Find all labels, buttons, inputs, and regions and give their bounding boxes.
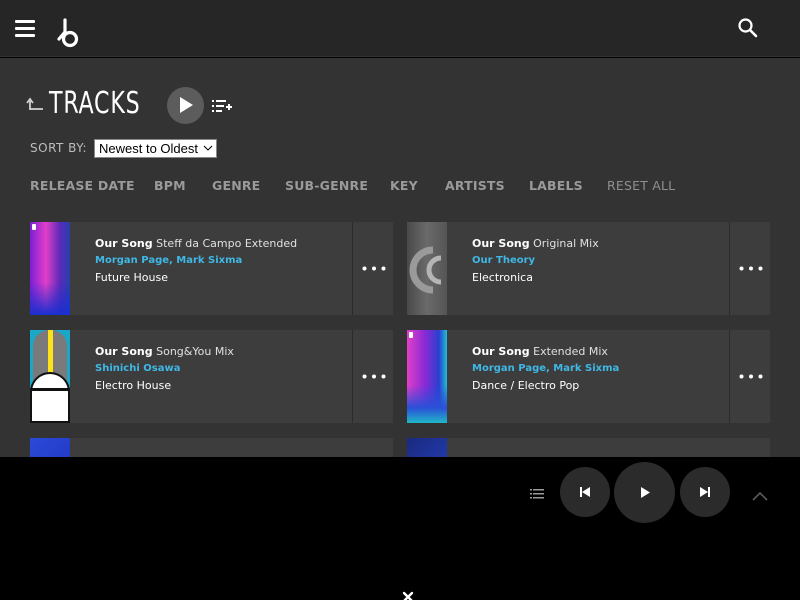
tracks-content: TRACKS SORT BY: Newest to Oldest RELEASE…	[0, 58, 800, 457]
more-options-icon	[739, 374, 763, 379]
close-icon[interactable]	[402, 588, 414, 600]
track-mix: Steff da Campo Extended	[156, 237, 298, 250]
beatport-logo-icon[interactable]	[56, 18, 82, 48]
track-artists[interactable]: Shinichi Osawa	[95, 363, 350, 374]
track-card[interactable]: Our Song Extended Mix Morgan Page, Mark …	[407, 330, 770, 423]
track-artwork	[30, 222, 70, 315]
track-artists[interactable]: Morgan Page, Mark Sixma	[95, 255, 350, 266]
skip-next-icon	[700, 487, 710, 497]
filter-genre[interactable]: GENRE	[212, 178, 260, 193]
track-artists[interactable]: Our Theory	[472, 255, 727, 266]
track-genre[interactable]: Electronica	[472, 271, 727, 284]
track-artwork	[407, 438, 447, 457]
next-button[interactable]	[680, 467, 730, 517]
track-info: Our Song Steff da Campo Extended Morgan …	[95, 237, 350, 284]
track-genre[interactable]: Electro House	[95, 379, 350, 392]
player-bar	[0, 457, 800, 600]
add-to-queue-icon[interactable]	[212, 98, 232, 114]
play-button[interactable]	[614, 462, 675, 523]
track-info: Our Song Original Mix Our Theory Electro…	[472, 237, 727, 284]
back-arrow-icon[interactable]	[26, 96, 44, 112]
sort-label: SORT BY:	[30, 141, 88, 155]
track-card-partial[interactable]	[407, 438, 770, 457]
title-row: TRACKS	[24, 86, 424, 126]
sort-select[interactable]: Newest to Oldest	[94, 139, 217, 158]
track-artwork	[30, 438, 70, 457]
track-name[interactable]: Our Song	[472, 237, 530, 250]
track-card[interactable]: Our Song Song&You Mix Shinichi Osawa Ele…	[30, 330, 393, 423]
filter-bpm[interactable]: BPM	[154, 178, 186, 193]
track-card[interactable]: Our Song Steff da Campo Extended Morgan …	[30, 222, 393, 315]
track-mix: Extended Mix	[533, 345, 608, 358]
chevron-down-icon	[203, 145, 213, 151]
play-icon	[180, 97, 193, 113]
track-name[interactable]: Our Song	[95, 237, 153, 250]
track-info: Our Song Song&You Mix Shinichi Osawa Ele…	[95, 345, 350, 392]
track-card-partial[interactable]	[30, 438, 393, 457]
track-name[interactable]: Our Song	[95, 345, 153, 358]
top-bar	[0, 0, 800, 57]
filter-sub-genre[interactable]: SUB-GENRE	[285, 178, 368, 193]
track-mix: Original Mix	[533, 237, 599, 250]
filter-labels[interactable]: LABELS	[529, 178, 583, 193]
more-options-button[interactable]	[352, 330, 393, 423]
filter-bar: RELEASE DATE BPM GENRE SUB-GENRE KEY ART…	[30, 178, 790, 194]
skip-previous-icon	[580, 487, 590, 497]
filter-key[interactable]: KEY	[390, 178, 418, 193]
more-options-button[interactable]	[729, 222, 770, 315]
hamburger-menu-icon[interactable]	[15, 20, 35, 38]
track-name[interactable]: Our Song	[472, 345, 530, 358]
more-options-icon	[739, 266, 763, 271]
previous-button[interactable]	[560, 467, 610, 517]
play-icon	[641, 487, 650, 498]
track-artwork	[30, 330, 70, 423]
track-artwork	[407, 222, 447, 315]
search-icon[interactable]	[736, 16, 760, 40]
sort-selected-value: Newest to Oldest	[99, 141, 198, 156]
queue-list-icon[interactable]	[530, 485, 544, 499]
track-info: Our Song Extended Mix Morgan Page, Mark …	[472, 345, 727, 392]
chevron-up-icon[interactable]	[752, 486, 768, 501]
more-options-icon	[362, 374, 386, 379]
track-mix: Song&You Mix	[156, 345, 234, 358]
reset-all-button[interactable]: RESET ALL	[607, 178, 675, 193]
filter-release-date[interactable]: RELEASE DATE	[30, 178, 135, 193]
more-options-icon	[362, 266, 386, 271]
track-genre[interactable]: Future House	[95, 271, 350, 284]
filter-artists[interactable]: ARTISTS	[445, 178, 505, 193]
page-title: TRACKS	[49, 86, 141, 121]
track-card[interactable]: Our Song Original Mix Our Theory Electro…	[407, 222, 770, 315]
track-genre[interactable]: Dance / Electro Pop	[472, 379, 727, 392]
track-artwork	[407, 330, 447, 423]
track-artists[interactable]: Morgan Page, Mark Sixma	[472, 363, 727, 374]
play-all-button[interactable]	[167, 87, 204, 124]
more-options-button[interactable]	[729, 330, 770, 423]
more-options-button[interactable]	[352, 222, 393, 315]
